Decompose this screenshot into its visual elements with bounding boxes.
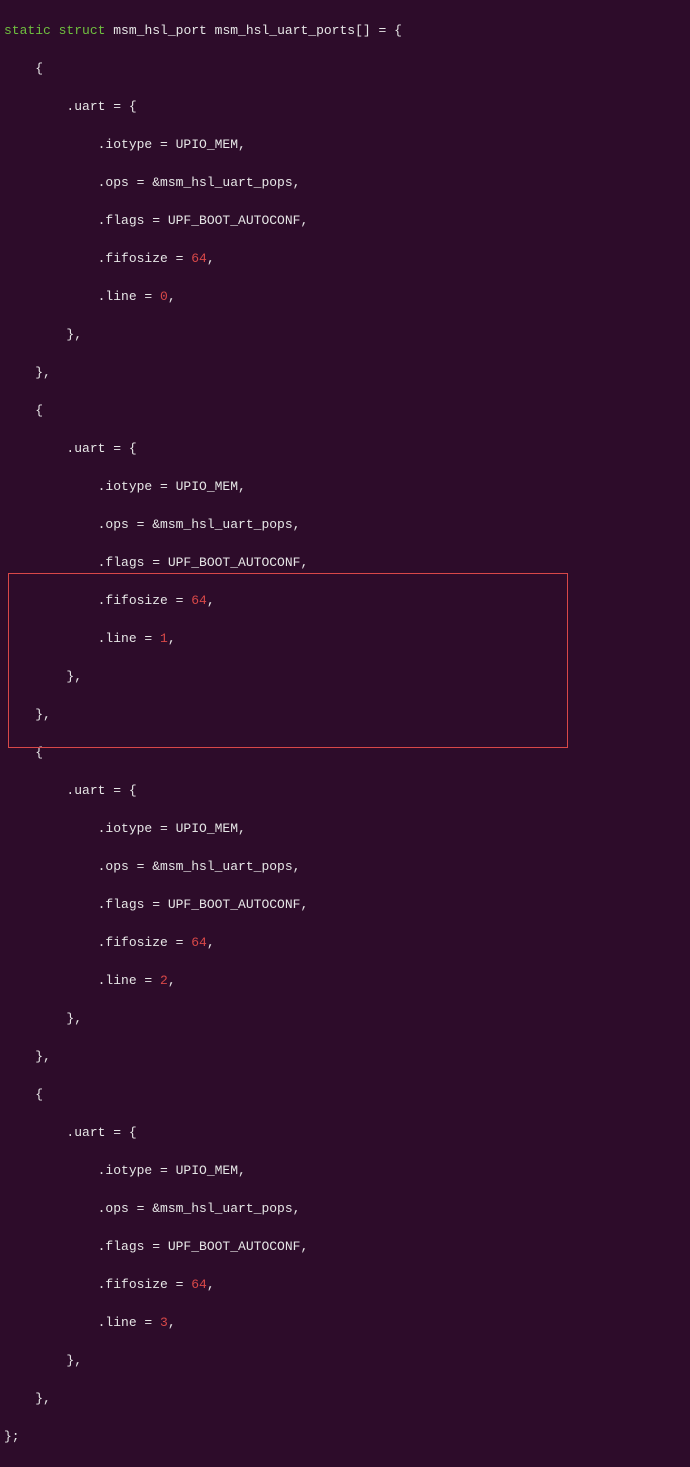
code-line: .iotype = UPIO_MEM, [4, 819, 686, 838]
code-line: { [4, 743, 686, 762]
code-line: .iotype = UPIO_MEM, [4, 1161, 686, 1180]
number-literal: 3 [160, 1315, 168, 1330]
code-block: static struct msm_hsl_port msm_hsl_uart_… [0, 0, 690, 1467]
code-line: .ops = &msm_hsl_uart_pops, [4, 173, 686, 192]
code-line: .flags = UPF_BOOT_AUTOCONF, [4, 1237, 686, 1256]
code-line: .ops = &msm_hsl_uart_pops, [4, 515, 686, 534]
code-line: }, [4, 1389, 686, 1408]
code-line: .uart = { [4, 439, 686, 458]
number-literal: 64 [191, 251, 207, 266]
code-line: .fifosize = 64, [4, 1275, 686, 1294]
code-line: .line = 2, [4, 971, 686, 990]
number-literal: 64 [191, 593, 207, 608]
code-line: { [4, 59, 686, 78]
code-line: .iotype = UPIO_MEM, [4, 477, 686, 496]
code-line: }, [4, 325, 686, 344]
code-line: .iotype = UPIO_MEM, [4, 135, 686, 154]
code-line: .flags = UPF_BOOT_AUTOCONF, [4, 211, 686, 230]
number-literal: 0 [160, 289, 168, 304]
code-line: { [4, 1085, 686, 1104]
keyword-struct: struct [59, 23, 106, 38]
number-literal: 64 [191, 1277, 207, 1292]
declaration: msm_hsl_port msm_hsl_uart_ports[] = { [105, 23, 401, 38]
code-line: .line = 3, [4, 1313, 686, 1332]
code-line: .ops = &msm_hsl_uart_pops, [4, 857, 686, 876]
code-line: }, [4, 705, 686, 724]
code-line: .flags = UPF_BOOT_AUTOCONF, [4, 553, 686, 572]
code-line: { [4, 401, 686, 420]
code-line: }, [4, 363, 686, 382]
code-line: .flags = UPF_BOOT_AUTOCONF, [4, 895, 686, 914]
number-literal: 1 [160, 631, 168, 646]
number-literal: 2 [160, 973, 168, 988]
code-line: }, [4, 1351, 686, 1370]
code-line: .line = 0, [4, 287, 686, 306]
code-line: .uart = { [4, 1123, 686, 1142]
code-line: .fifosize = 64, [4, 591, 686, 610]
code-line: }, [4, 667, 686, 686]
code-line: }; [4, 1427, 686, 1446]
code-line: }, [4, 1047, 686, 1066]
code-line: .fifosize = 64, [4, 249, 686, 268]
code-line: .ops = &msm_hsl_uart_pops, [4, 1199, 686, 1218]
number-literal: 64 [191, 935, 207, 950]
code-line: .uart = { [4, 781, 686, 800]
code-line: }, [4, 1009, 686, 1028]
keyword-static: static [4, 23, 51, 38]
code-line: .line = 1, [4, 629, 686, 648]
code-line: .fifosize = 64, [4, 933, 686, 952]
code-line: .uart = { [4, 97, 686, 116]
code-line: static struct msm_hsl_port msm_hsl_uart_… [4, 21, 686, 40]
